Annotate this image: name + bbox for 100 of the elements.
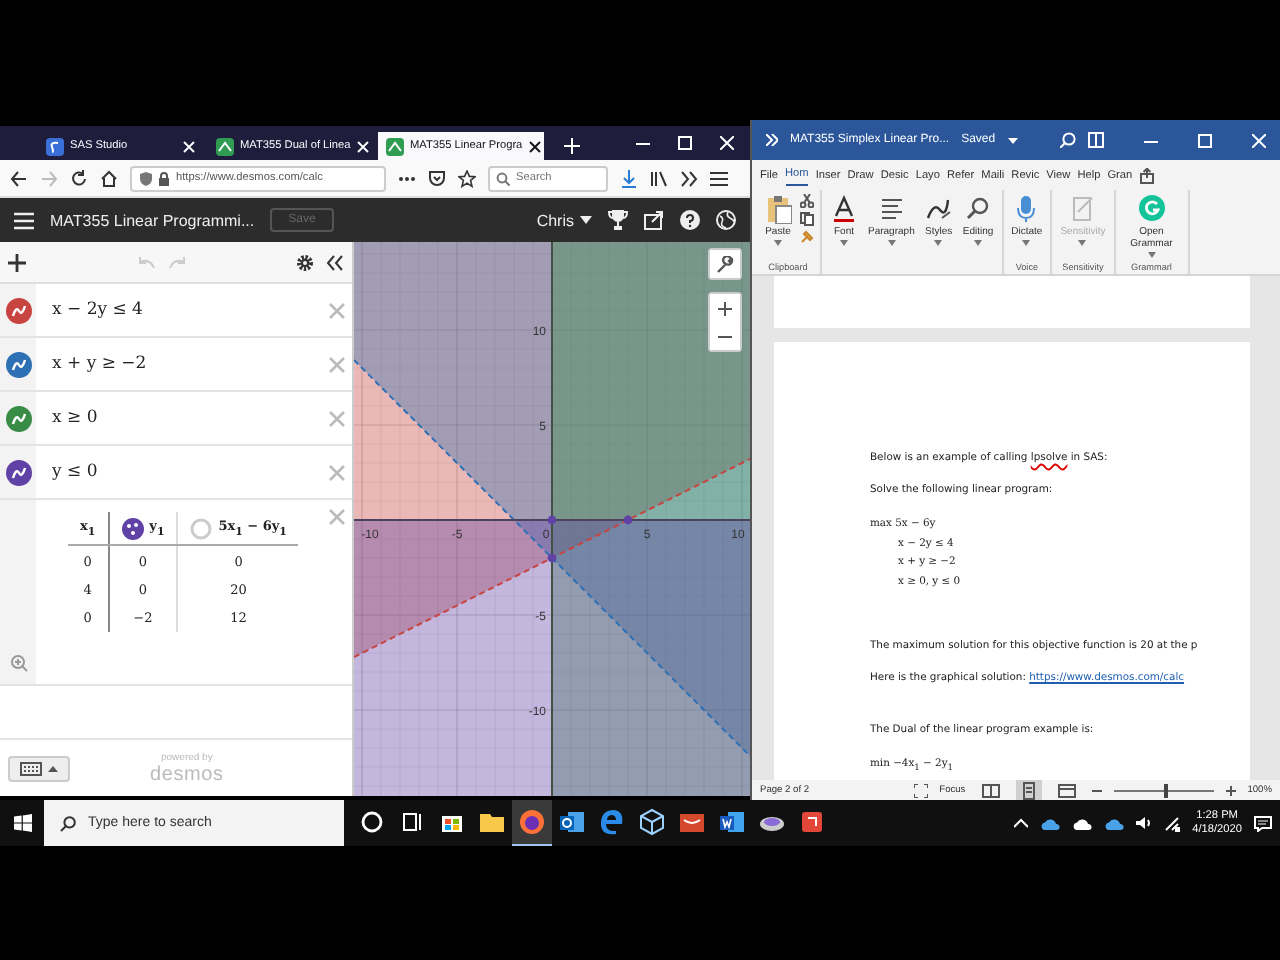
expression-text[interactable]: x ≥ 0 <box>52 408 328 428</box>
edge-icon <box>598 808 626 836</box>
trophy-icon[interactable] <box>608 210 628 230</box>
view-button[interactable] <box>1053 780 1080 800</box>
expression-color-icon[interactable] <box>5 351 31 377</box>
reload-icon[interactable] <box>70 169 88 187</box>
expression-color-icon[interactable] <box>5 297 31 323</box>
expression-text[interactable]: y ≤ 0 <box>52 462 328 482</box>
caret-icon <box>48 765 58 771</box>
download-icon[interactable] <box>620 169 638 187</box>
expression-text[interactable]: x + y ≥ −2 <box>52 354 328 374</box>
toolbox-icon <box>678 808 706 836</box>
network-icon[interactable] <box>1164 815 1181 831</box>
back-icon[interactable] <box>10 169 28 187</box>
cloud-icon[interactable] <box>1040 817 1061 829</box>
caret-icon <box>1078 240 1087 246</box>
search-icon <box>60 815 76 831</box>
keyboard-button[interactable] <box>8 755 70 781</box>
outlook-icon <box>558 808 586 836</box>
globe-icon[interactable] <box>716 210 736 230</box>
windows-logo-icon <box>13 814 31 832</box>
expression-color-icon[interactable] <box>5 459 31 485</box>
caret-icon <box>887 240 896 246</box>
caret-icon <box>840 240 848 246</box>
font-icon <box>830 194 858 224</box>
zoom-fit-icon[interactable] <box>9 654 27 672</box>
maximize-icon[interactable] <box>1198 133 1212 147</box>
cloud-icon[interactable] <box>1104 817 1125 829</box>
search-icon[interactable] <box>1060 132 1076 148</box>
focus-icon <box>913 783 928 797</box>
slides-icon <box>798 808 826 836</box>
sensitivity-icon <box>1068 194 1097 224</box>
share-icon[interactable] <box>644 210 664 230</box>
plus-icon[interactable] <box>1225 785 1236 795</box>
home-icon[interactable] <box>100 169 118 187</box>
desmos-logo-icon <box>216 137 234 155</box>
styles-icon <box>924 194 953 224</box>
zoom-in-button[interactable] <box>710 294 740 322</box>
print-view-icon <box>1019 781 1038 799</box>
point-marker[interactable] <box>547 515 557 525</box>
caret-up-icon[interactable] <box>1014 818 1029 828</box>
lock-icon <box>158 171 170 185</box>
editing-icon <box>964 194 992 224</box>
desmos-wordmark: desmos <box>150 763 224 785</box>
more-icon[interactable] <box>398 175 416 181</box>
minus-icon[interactable] <box>1091 785 1102 795</box>
close-icon[interactable] <box>528 139 543 153</box>
sas-logo-icon <box>46 137 64 155</box>
graph-title: MAT355 Linear Programmi... <box>50 211 255 229</box>
wrench-icon <box>716 255 734 273</box>
taskbar-app[interactable] <box>512 800 552 846</box>
read-view-icon <box>981 781 1000 799</box>
slider-thumb[interactable] <box>1163 783 1168 797</box>
new-tab-icon[interactable] <box>564 138 580 154</box>
volume-icon[interactable] <box>1136 816 1153 830</box>
shield-icon <box>140 171 152 185</box>
firefox-icon <box>518 808 546 836</box>
share-icon[interactable] <box>1139 167 1156 183</box>
caret-icon[interactable] <box>580 216 592 224</box>
help-icon[interactable] <box>680 210 700 230</box>
explorer-icon <box>478 808 506 836</box>
search-icon <box>496 171 510 185</box>
caret-icon[interactable] <box>1007 137 1018 143</box>
pocket-icon[interactable] <box>428 169 446 187</box>
caret-icon <box>1147 252 1156 258</box>
overflow-icon[interactable] <box>680 169 698 187</box>
points-shown-icon[interactable] <box>121 517 144 540</box>
scissors-icon[interactable] <box>800 194 814 208</box>
plus-icon <box>718 301 732 315</box>
graph-settings-button[interactable] <box>710 250 740 278</box>
user-menu[interactable]: Chris <box>536 211 574 229</box>
dictate-icon <box>1012 194 1041 224</box>
ribbon-display-icon[interactable] <box>1088 132 1104 148</box>
view-button[interactable] <box>1015 780 1042 800</box>
caret-icon <box>774 240 782 246</box>
word-icon <box>718 808 746 836</box>
taskview-icon <box>398 808 426 836</box>
expression-color-icon[interactable] <box>5 405 31 431</box>
library-icon[interactable] <box>650 169 668 187</box>
cube-icon <box>638 808 666 836</box>
paragraph-icon <box>877 194 906 224</box>
maximize-icon[interactable] <box>678 136 692 150</box>
copy-icon[interactable] <box>800 212 814 226</box>
settings-icon[interactable] <box>296 253 314 271</box>
point-marker[interactable] <box>547 553 557 563</box>
add-icon[interactable] <box>8 253 26 271</box>
view-button[interactable] <box>977 780 1004 800</box>
collapse-icon[interactable] <box>326 253 344 271</box>
caret-icon <box>974 240 982 246</box>
quick-access-icon[interactable] <box>766 134 778 146</box>
menu-icon[interactable] <box>710 169 728 187</box>
web-view-icon <box>1057 781 1076 799</box>
cortana-icon <box>358 808 386 836</box>
point-marker[interactable] <box>623 515 633 525</box>
desmos-logo-icon <box>386 137 404 155</box>
caret-icon <box>1022 240 1031 246</box>
cloud-icon[interactable] <box>1072 817 1093 829</box>
star-icon[interactable] <box>458 169 476 187</box>
notifications-icon[interactable] <box>1254 815 1272 831</box>
expression-text[interactable]: x − 2y ≤ 4 <box>52 300 328 320</box>
